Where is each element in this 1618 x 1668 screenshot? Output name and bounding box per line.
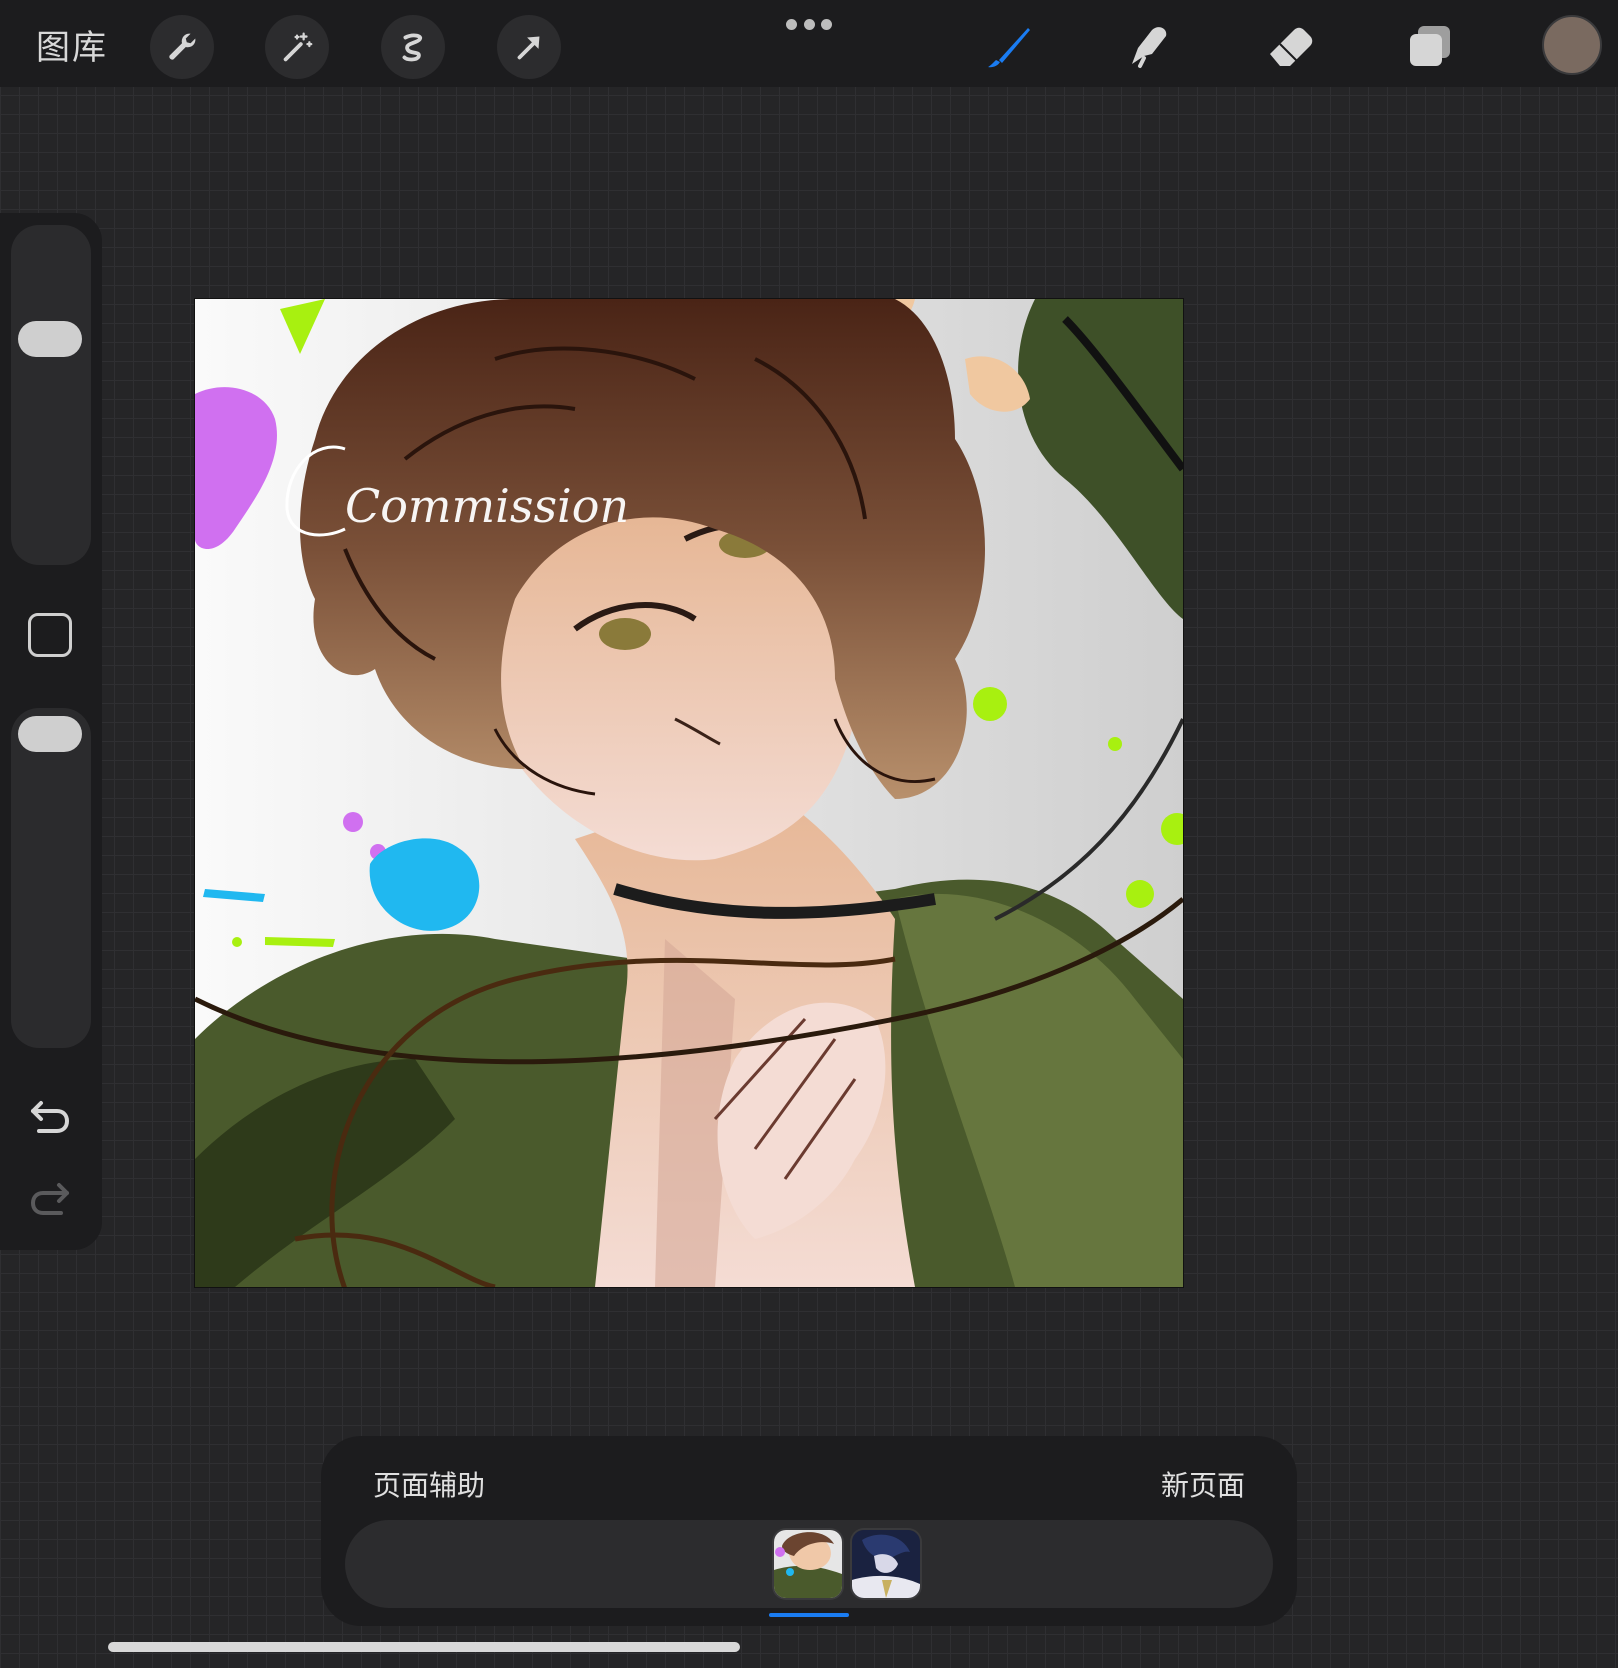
pages-strip [345,1520,1273,1608]
page-thumbnail-2[interactable] [852,1530,920,1598]
page-thumbnail-1[interactable] [774,1530,842,1598]
gallery-button[interactable]: 图库 [36,20,108,69]
brush-icon [988,28,1030,68]
undo-icon[interactable] [27,1093,73,1139]
opacity-thumb[interactable] [18,716,82,752]
page-thumbnail-image [852,1530,920,1598]
magic-wand-icon [283,32,313,62]
drawing-canvas[interactable]: Commission [195,299,1183,1287]
more-menu[interactable] [786,16,832,32]
transform-arrow-icon [517,36,540,60]
selection-button[interactable] [381,15,445,79]
layers-icon [1410,26,1450,66]
adjustments-button[interactable] [265,15,329,79]
new-page-button[interactable]: 新页面 [1161,1464,1245,1504]
ellipsis-icon [786,18,797,30]
page-assist-title: 页面辅助 [373,1469,486,1502]
redo-icon[interactable] [27,1175,73,1221]
opacity-slider[interactable] [11,708,91,1048]
eraser-icon [1270,27,1313,66]
top-toolbar: 图库 [0,0,1618,87]
wrench-icon [169,33,196,60]
page-thumbnail-image [774,1530,842,1598]
transform-button[interactable] [497,15,561,79]
actions-button[interactable] [150,15,214,79]
smudge-tool-button[interactable] [1118,14,1182,78]
brush-tool-button[interactable] [978,14,1042,78]
brush-size-slider[interactable] [11,225,91,565]
modify-button[interactable] [28,613,72,657]
layers-button[interactable] [1398,14,1462,78]
left-sidebar [0,213,102,1250]
watermark-text: Commission [345,479,629,533]
selection-icon [402,33,423,62]
home-indicator[interactable] [108,1642,740,1652]
artwork-illustration: Commission [195,299,1183,1287]
eraser-tool-button[interactable] [1258,14,1322,78]
brush-size-thumb[interactable] [18,321,82,357]
selected-page-indicator [769,1613,849,1617]
page-assist-panel: 页面辅助 新页面 [321,1436,1297,1626]
smudge-icon [1132,27,1167,68]
color-swatch[interactable] [1542,15,1602,75]
